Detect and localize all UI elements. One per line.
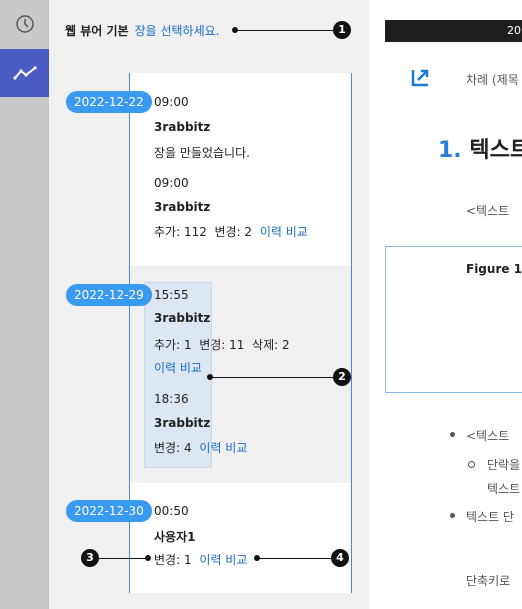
history-tab[interactable] — [0, 0, 49, 48]
doc-heading: 1. 텍스트 — [438, 132, 522, 164]
doc-topbar: 20 — [385, 20, 522, 42]
date-badge: 2022-12-30 — [66, 500, 152, 522]
doc-paragraph: 단축키로 — [466, 574, 511, 588]
entry-author: 3rabbitz — [154, 200, 211, 214]
history-clock-icon — [15, 15, 34, 33]
entry-time: 09:00 — [154, 176, 189, 190]
external-link-icon[interactable] — [410, 66, 432, 92]
doc-topbar-text: 20 — [507, 24, 521, 37]
callout-badge-3: 3 — [81, 549, 99, 567]
list-item: 텍스트 단 — [466, 510, 514, 524]
callout-line — [210, 377, 334, 378]
entry-time: 15:55 — [154, 288, 189, 302]
entry-author: 3rabbitz — [154, 311, 211, 325]
entry-author: 3rabbitz — [154, 120, 211, 134]
entry-stats: 추가: 1 변경: 11 삭제: 2 — [154, 338, 290, 352]
entry-stats: 변경: 4 이력 비교 — [154, 439, 247, 456]
entry-stats-text: 변경: 1 — [154, 553, 192, 567]
callout-line — [257, 558, 333, 559]
doc-paragraph: <텍스트 — [466, 204, 510, 218]
panel-title: 웹 뷰어 기본 — [65, 24, 129, 38]
panel-header: 웹 뷰어 기본 장을 선택하세요. — [65, 22, 219, 39]
compare-history-link[interactable]: 이력 비교 — [154, 359, 202, 376]
entry-stats-text: 변경: 4 — [154, 441, 192, 455]
entry-time: 00:50 — [154, 504, 189, 518]
callout-badge-1: 1 — [333, 21, 351, 39]
list-item: <텍스트 — [466, 429, 510, 443]
entry-stats: 변경: 1 이력 비교 — [154, 551, 247, 568]
callout-dot — [145, 555, 151, 561]
entry-time: 18:36 — [154, 392, 189, 406]
figure-caption: Figure 1. — [466, 262, 522, 276]
sub-bullet — [468, 461, 475, 468]
callout-line — [235, 30, 335, 31]
icon-rail — [0, 0, 49, 609]
entry-stats-text: 추가: 112 변경: 2 — [154, 225, 253, 239]
compare-history-link[interactable]: 이력 비교 — [260, 225, 308, 239]
compare-history-link[interactable]: 이력 비교 — [199, 553, 247, 567]
entry-author: 3rabbitz — [154, 416, 211, 430]
list-item: 단락을 — [487, 458, 521, 472]
bullet — [450, 513, 455, 518]
heading-text: 텍스트 — [469, 138, 522, 163]
list-item-continued: 텍스트 — [487, 482, 521, 496]
entry-stats: 추가: 112 변경: 2 이력 비교 — [154, 223, 308, 240]
entry-author: 사용자1 — [154, 530, 196, 544]
heading-number: 1. — [438, 138, 462, 163]
callout-badge-2: 2 — [333, 368, 351, 386]
entry-time: 09:00 — [154, 95, 189, 109]
date-badge: 2022-12-29 — [66, 284, 152, 306]
entry-text: 장을 만들었습니다. — [154, 146, 250, 160]
date-badge: 2022-12-22 — [66, 91, 152, 113]
trend-tab[interactable] — [0, 49, 49, 97]
timeline-border-right — [351, 73, 352, 593]
trend-line-icon — [12, 66, 37, 80]
callout-line — [98, 558, 146, 559]
toc-link[interactable]: 차례 (제목 — [466, 71, 519, 88]
panel-subtitle[interactable]: 장을 선택하세요. — [135, 24, 220, 38]
callout-badge-4: 4 — [331, 549, 349, 567]
compare-history-link[interactable]: 이력 비교 — [199, 441, 247, 455]
bullet — [450, 432, 455, 437]
